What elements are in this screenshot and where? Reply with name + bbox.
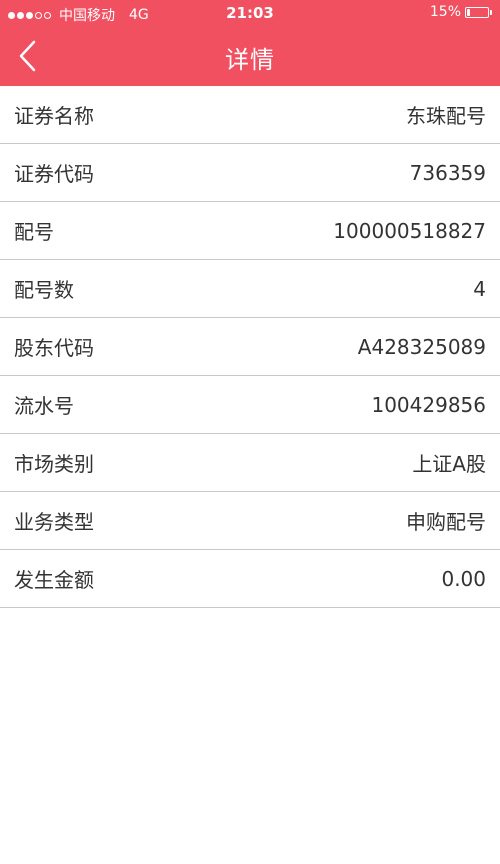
row-value: 东珠配号 (406, 104, 486, 128)
battery-percent: 15% (429, 4, 461, 20)
detail-row-allocation-number: 配号 100000518827 (0, 202, 500, 260)
row-label: 配号 (14, 220, 54, 244)
detail-row-amount: 发生金额 0.00 (0, 550, 500, 608)
detail-row-security-code: 证券代码 736359 (0, 144, 500, 202)
detail-list: 证券名称 东珠配号 证券代码 736359 配号 100000518827 配号… (0, 86, 500, 608)
row-label: 配号数 (14, 278, 74, 302)
detail-row-security-name: 证券名称 东珠配号 (0, 86, 500, 144)
row-label: 证券代码 (14, 162, 94, 186)
row-label: 流水号 (14, 394, 74, 418)
row-label: 业务类型 (14, 510, 94, 534)
row-label: 市场类别 (14, 452, 94, 476)
detail-row-allocation-count: 配号数 4 (0, 260, 500, 318)
nav-bar: 详情 (0, 28, 500, 86)
status-time: 21:03 (226, 4, 274, 22)
row-value: 100000518827 (333, 218, 486, 243)
detail-row-shareholder-code: 股东代码 A428325089 (0, 318, 500, 376)
row-value: 100429856 (371, 392, 486, 417)
status-bar: 中国移动 4G 21:03 15% (0, 0, 500, 28)
row-value: A428325089 (357, 334, 486, 359)
detail-row-market-type: 市场类别 上证A股 (0, 434, 500, 492)
battery-icon (465, 6, 489, 18)
detail-row-business-type: 业务类型 申购配号 (0, 492, 500, 550)
row-value: 4 (473, 276, 486, 301)
row-value: 上证A股 (412, 452, 486, 476)
row-value: 申购配号 (406, 510, 486, 534)
row-label: 发生金额 (14, 568, 94, 592)
page-title: 详情 (225, 46, 275, 74)
status-right: 15% (430, 4, 492, 20)
detail-screen: 中国移动 4G 21:03 15% 详情 证券名称 东珠配号 证券代码 7363… (0, 0, 500, 864)
row-value: 736359 (409, 160, 486, 185)
row-label: 股东代码 (14, 336, 94, 360)
header: 中国移动 4G 21:03 15% 详情 (0, 0, 500, 86)
row-value: 0.00 (441, 566, 486, 591)
detail-row-serial-number: 流水号 100429856 (0, 376, 500, 434)
row-label: 证券名称 (14, 104, 94, 128)
